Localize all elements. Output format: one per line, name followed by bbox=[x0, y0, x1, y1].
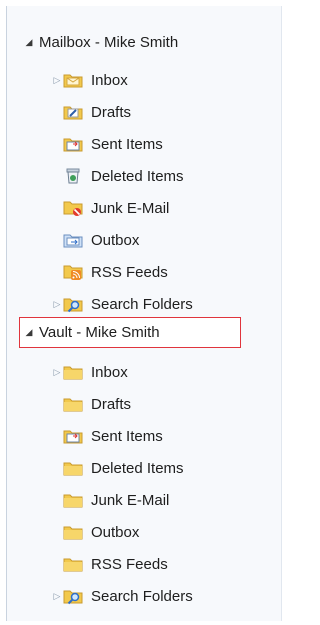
rss-feeds-icon bbox=[63, 263, 83, 281]
folder-label: Drafts bbox=[91, 103, 132, 121]
collapse-arrow-icon[interactable]: ◢ bbox=[21, 324, 37, 340]
folder-label: Inbox bbox=[91, 363, 128, 381]
folder-label: Outbox bbox=[91, 231, 140, 249]
mailbox-folder-inbox[interactable]: ▷ Inbox bbox=[51, 66, 128, 94]
mailbox-folder-junk-email[interactable]: Junk E-Mail bbox=[63, 194, 169, 222]
folder-icon bbox=[63, 395, 83, 413]
search-folders-icon bbox=[63, 295, 83, 313]
folder-label: Junk E-Mail bbox=[91, 199, 170, 217]
folder-label: Search Folders bbox=[91, 295, 193, 313]
junk-email-icon bbox=[63, 199, 83, 217]
search-folders-icon bbox=[63, 587, 83, 605]
mailbox-folder-sent-items[interactable]: Sent Items bbox=[63, 130, 163, 158]
vault-folder-drafts[interactable]: Drafts bbox=[63, 390, 131, 418]
folder-label: Drafts bbox=[91, 395, 132, 413]
vault-root-label: Vault - Mike Smith bbox=[39, 323, 160, 341]
folder-icon bbox=[63, 363, 83, 381]
mailbox-folder-drafts[interactable]: Drafts bbox=[63, 98, 131, 126]
folder-label: Junk E-Mail bbox=[91, 491, 170, 509]
vault-root[interactable]: ◢ Vault - Mike Smith bbox=[21, 318, 160, 346]
expand-arrow-icon[interactable]: ▷ bbox=[51, 72, 63, 88]
vault-folder-inbox[interactable]: ▷ Inbox bbox=[51, 358, 128, 386]
sent-items-icon bbox=[63, 427, 83, 445]
folder-icon bbox=[63, 459, 83, 477]
vault-folder-sent-items[interactable]: Sent Items bbox=[63, 422, 163, 450]
folder-label: Deleted Items bbox=[91, 459, 184, 477]
inbox-icon bbox=[63, 71, 83, 89]
folder-label: Sent Items bbox=[91, 427, 163, 445]
mailbox-root-label: Mailbox - Mike Smith bbox=[39, 33, 179, 51]
collapse-arrow-icon[interactable]: ◢ bbox=[21, 34, 37, 50]
mailbox-folder-rss-feeds[interactable]: RSS Feeds bbox=[63, 258, 168, 286]
drafts-icon bbox=[63, 103, 83, 121]
expand-arrow-icon[interactable]: ▷ bbox=[51, 296, 63, 312]
folder-pane: ◢ Mailbox - Mike Smith ▷ Inbox Drafts Se… bbox=[6, 6, 282, 621]
vault-folder-search-folders[interactable]: ▷ Search Folders bbox=[51, 582, 193, 610]
folder-label: Search Folders bbox=[91, 587, 193, 605]
folder-label: Outbox bbox=[91, 523, 140, 541]
vault-folder-junk-email[interactable]: Junk E-Mail bbox=[63, 486, 169, 514]
mailbox-folder-deleted-items[interactable]: Deleted Items bbox=[63, 162, 184, 190]
mailbox-folder-outbox[interactable]: Outbox bbox=[63, 226, 139, 254]
vault-folder-deleted-items[interactable]: Deleted Items bbox=[63, 454, 184, 482]
deleted-items-icon bbox=[63, 167, 83, 185]
expand-arrow-icon[interactable]: ▷ bbox=[51, 588, 63, 604]
vault-folder-outbox[interactable]: Outbox bbox=[63, 518, 139, 546]
mailbox-root[interactable]: ◢ Mailbox - Mike Smith bbox=[21, 28, 179, 56]
mailbox-folder-search-folders[interactable]: ▷ Search Folders bbox=[51, 290, 193, 318]
outbox-icon bbox=[63, 231, 83, 249]
folder-label: Inbox bbox=[91, 71, 128, 89]
expand-arrow-icon[interactable]: ▷ bbox=[51, 364, 63, 380]
folder-label: Sent Items bbox=[91, 135, 163, 153]
vault-folder-rss-feeds[interactable]: RSS Feeds bbox=[63, 550, 168, 578]
folder-label: Deleted Items bbox=[91, 167, 184, 185]
folder-icon bbox=[63, 491, 83, 509]
sent-items-icon bbox=[63, 135, 83, 153]
folder-label: RSS Feeds bbox=[91, 263, 168, 281]
folder-icon bbox=[63, 555, 83, 573]
folder-label: RSS Feeds bbox=[91, 555, 168, 573]
folder-icon bbox=[63, 523, 83, 541]
